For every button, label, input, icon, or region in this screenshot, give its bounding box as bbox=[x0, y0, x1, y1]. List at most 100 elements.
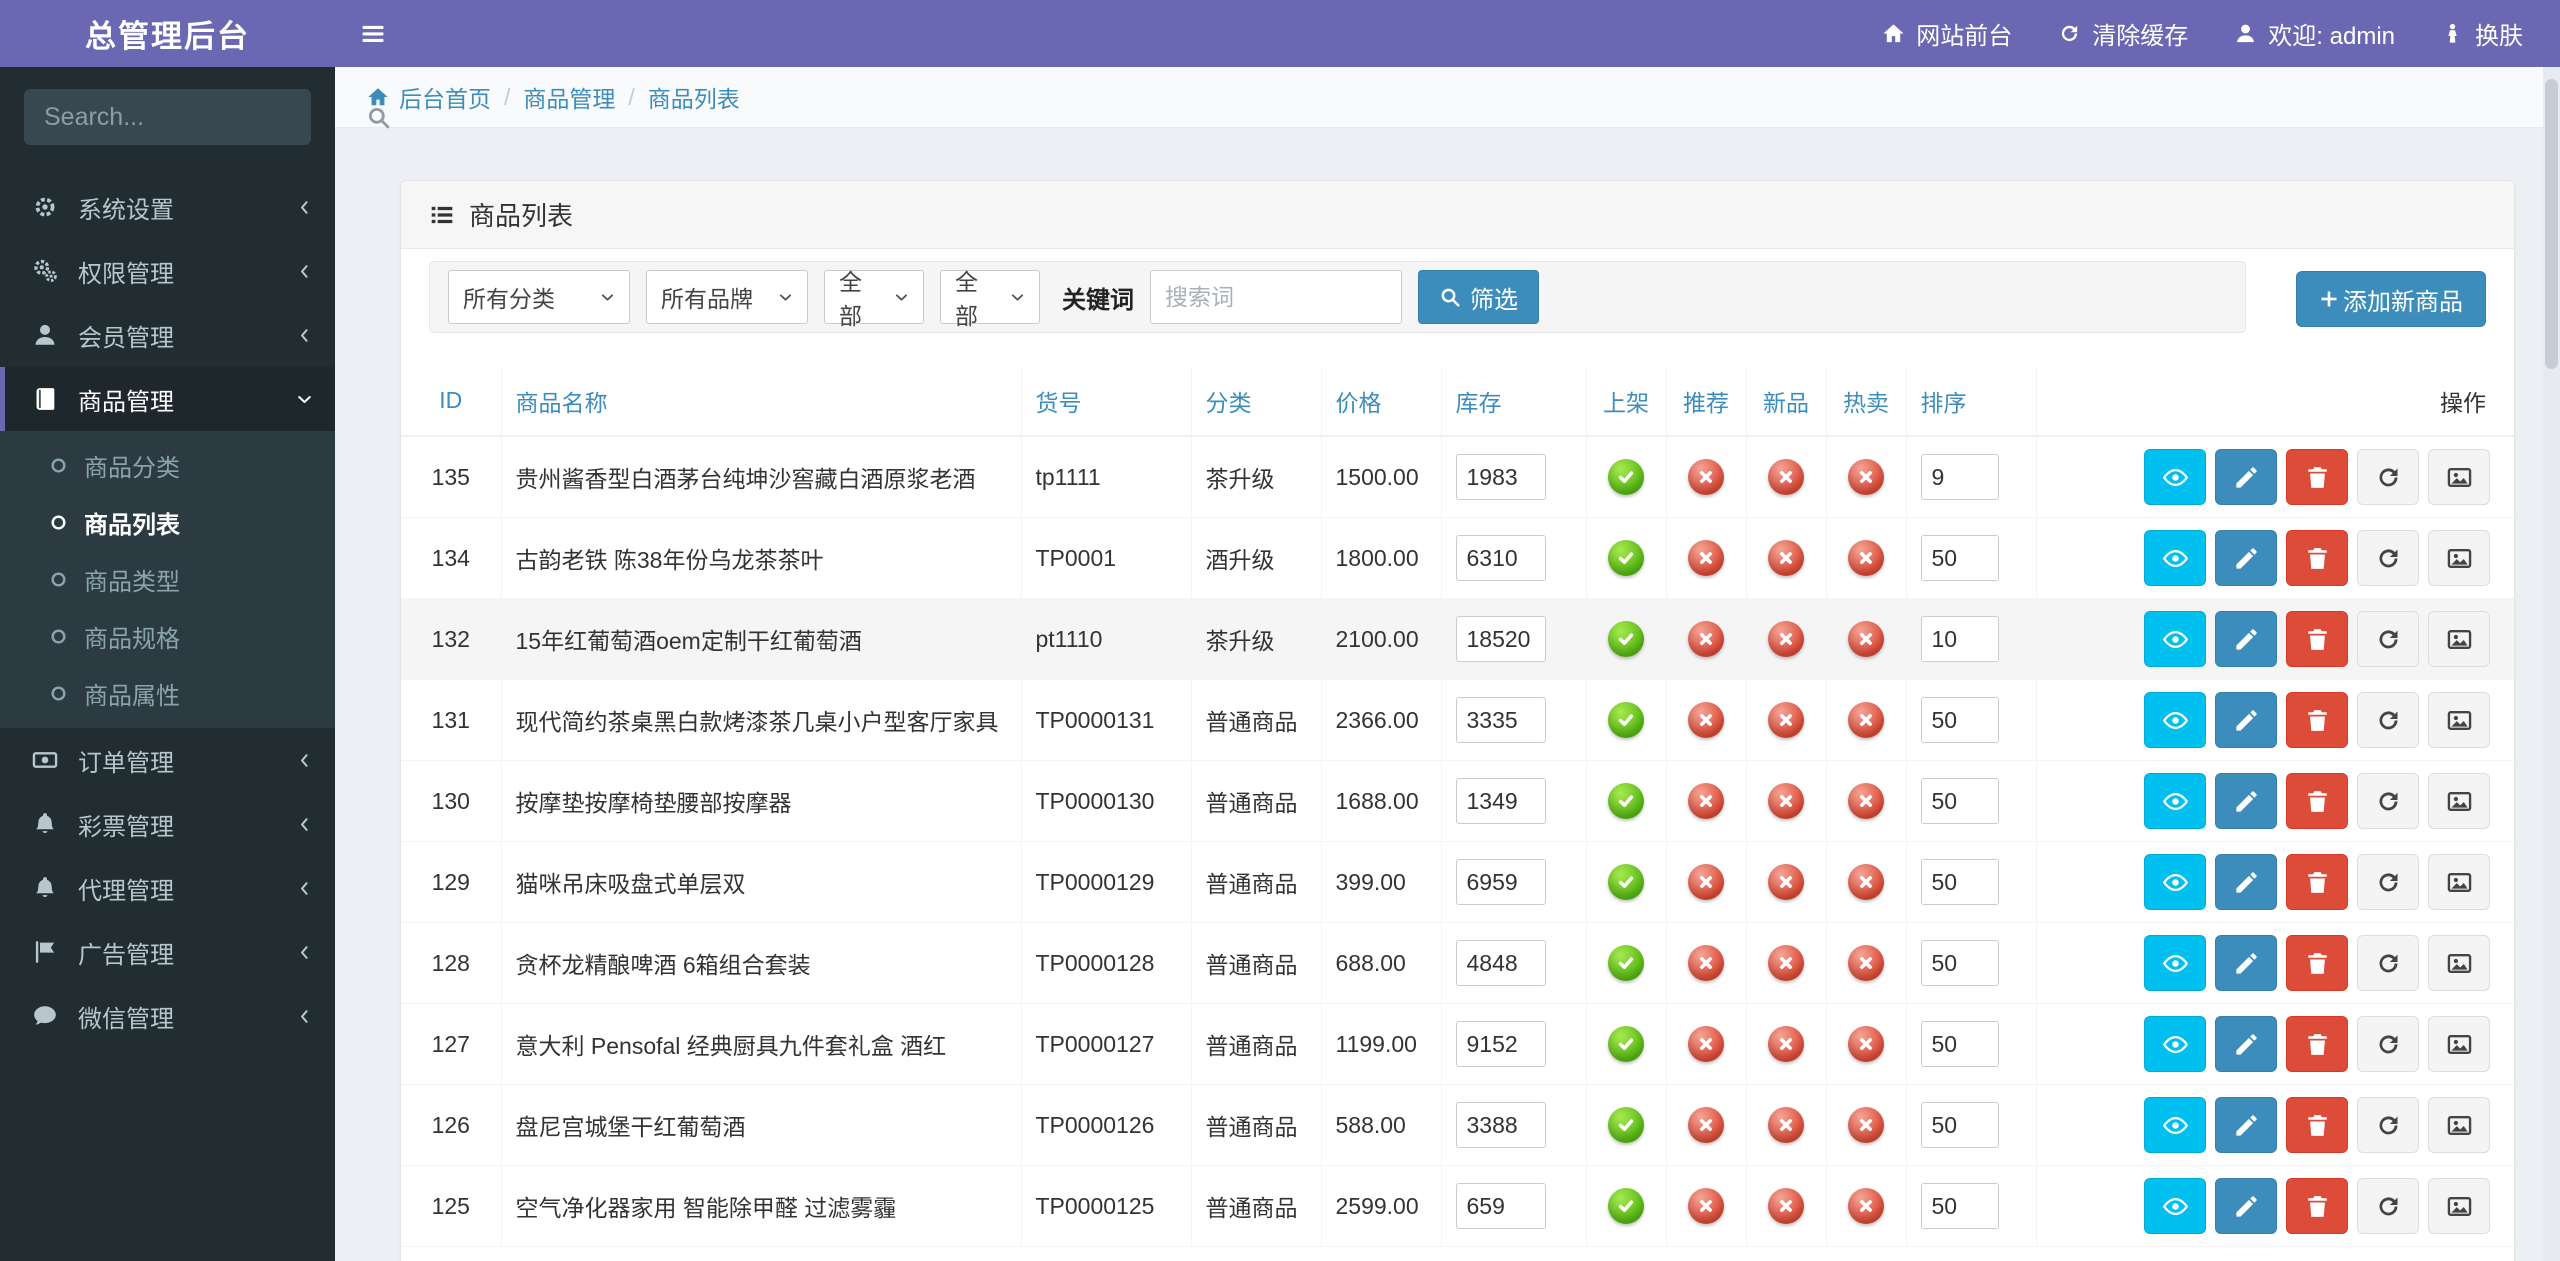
recommend-cross-icon[interactable] bbox=[1688, 621, 1724, 657]
sidebar-item[interactable]: 微信管理 bbox=[0, 984, 335, 1048]
hot-cross-icon[interactable] bbox=[1848, 1026, 1884, 1062]
edit-button[interactable] bbox=[2215, 1016, 2277, 1072]
new-cross-icon[interactable] bbox=[1768, 945, 1804, 981]
hot-cross-icon[interactable] bbox=[1848, 1107, 1884, 1143]
sidebar-item[interactable]: 商品管理 bbox=[0, 367, 335, 431]
sort-input[interactable] bbox=[1921, 940, 1999, 986]
on-sale-check-icon[interactable] bbox=[1608, 945, 1644, 981]
view-button[interactable] bbox=[2144, 449, 2206, 505]
edit-button[interactable] bbox=[2215, 449, 2277, 505]
refresh-button[interactable] bbox=[2357, 1097, 2419, 1153]
image-button[interactable] bbox=[2428, 1178, 2490, 1234]
refresh-button[interactable] bbox=[2357, 1178, 2419, 1234]
edit-button[interactable] bbox=[2215, 1178, 2277, 1234]
type-select[interactable]: 全部 bbox=[940, 270, 1040, 324]
view-button[interactable] bbox=[2144, 692, 2206, 748]
sidebar-item[interactable]: 彩票管理 bbox=[0, 792, 335, 856]
hot-cross-icon[interactable] bbox=[1848, 459, 1884, 495]
delete-button[interactable] bbox=[2286, 692, 2348, 748]
image-button[interactable] bbox=[2428, 935, 2490, 991]
recommend-cross-icon[interactable] bbox=[1688, 1107, 1724, 1143]
view-button[interactable] bbox=[2144, 935, 2206, 991]
edit-button[interactable] bbox=[2215, 692, 2277, 748]
image-button[interactable] bbox=[2428, 1097, 2490, 1153]
image-button[interactable] bbox=[2428, 692, 2490, 748]
sidebar-subitem[interactable]: 商品分类 bbox=[0, 437, 335, 494]
new-cross-icon[interactable] bbox=[1768, 702, 1804, 738]
hot-cross-icon[interactable] bbox=[1848, 783, 1884, 819]
stock-input[interactable] bbox=[1456, 616, 1546, 662]
scrollbar-track[interactable] bbox=[2543, 67, 2560, 1261]
recommend-cross-icon[interactable] bbox=[1688, 945, 1724, 981]
edit-button[interactable] bbox=[2215, 854, 2277, 910]
edit-button[interactable] bbox=[2215, 530, 2277, 586]
view-button[interactable] bbox=[2144, 1178, 2206, 1234]
on-sale-check-icon[interactable] bbox=[1608, 621, 1644, 657]
hot-cross-icon[interactable] bbox=[1848, 702, 1884, 738]
filter-button[interactable]: 筛选 bbox=[1418, 270, 1539, 324]
brand-select[interactable]: 所有品牌 bbox=[646, 270, 808, 324]
change-skin-link[interactable]: 换肤 bbox=[2418, 0, 2546, 67]
hot-cross-icon[interactable] bbox=[1848, 1188, 1884, 1224]
sort-input[interactable] bbox=[1921, 1021, 1999, 1067]
sidebar-item[interactable]: 订单管理 bbox=[0, 728, 335, 792]
refresh-button[interactable] bbox=[2357, 773, 2419, 829]
stock-input[interactable] bbox=[1456, 697, 1546, 743]
on-sale-check-icon[interactable] bbox=[1608, 1026, 1644, 1062]
app-logo[interactable]: 总管理后台 bbox=[0, 0, 335, 67]
on-sale-check-icon[interactable] bbox=[1608, 783, 1644, 819]
new-cross-icon[interactable] bbox=[1768, 1026, 1804, 1062]
sidebar-subitem[interactable]: 商品列表 bbox=[0, 494, 335, 551]
view-button[interactable] bbox=[2144, 1016, 2206, 1072]
image-button[interactable] bbox=[2428, 449, 2490, 505]
recommend-cross-icon[interactable] bbox=[1688, 783, 1724, 819]
on-sale-check-icon[interactable] bbox=[1608, 864, 1644, 900]
sidebar-toggle-button[interactable] bbox=[335, 0, 411, 67]
recommend-cross-icon[interactable] bbox=[1688, 1026, 1724, 1062]
new-cross-icon[interactable] bbox=[1768, 621, 1804, 657]
stock-input[interactable] bbox=[1456, 535, 1546, 581]
refresh-button[interactable] bbox=[2357, 854, 2419, 910]
view-button[interactable] bbox=[2144, 530, 2206, 586]
delete-button[interactable] bbox=[2286, 1178, 2348, 1234]
add-product-button[interactable]: 添加新商品 bbox=[2296, 271, 2486, 327]
sidebar-subitem[interactable]: 商品规格 bbox=[0, 608, 335, 665]
refresh-button[interactable] bbox=[2357, 449, 2419, 505]
sort-input[interactable] bbox=[1921, 1183, 1999, 1229]
stock-input[interactable] bbox=[1456, 940, 1546, 986]
hot-cross-icon[interactable] bbox=[1848, 540, 1884, 576]
edit-button[interactable] bbox=[2215, 773, 2277, 829]
on-sale-check-icon[interactable] bbox=[1608, 1188, 1644, 1224]
category-select[interactable]: 所有分类 bbox=[448, 270, 630, 324]
image-button[interactable] bbox=[2428, 611, 2490, 667]
sidebar-subitem[interactable]: 商品属性 bbox=[0, 665, 335, 722]
sort-input[interactable] bbox=[1921, 859, 1999, 905]
on-sale-check-icon[interactable] bbox=[1608, 459, 1644, 495]
stock-input[interactable] bbox=[1456, 1183, 1546, 1229]
delete-button[interactable] bbox=[2286, 854, 2348, 910]
sort-input[interactable] bbox=[1921, 778, 1999, 824]
edit-button[interactable] bbox=[2215, 1097, 2277, 1153]
welcome-user-link[interactable]: 欢迎: admin bbox=[2211, 0, 2418, 67]
keyword-input[interactable] bbox=[1150, 270, 1402, 324]
image-button[interactable] bbox=[2428, 773, 2490, 829]
stock-input[interactable] bbox=[1456, 859, 1546, 905]
stock-input[interactable] bbox=[1456, 454, 1546, 500]
recommend-cross-icon[interactable] bbox=[1688, 540, 1724, 576]
delete-button[interactable] bbox=[2286, 1097, 2348, 1153]
sort-input[interactable] bbox=[1921, 1102, 1999, 1148]
search-input[interactable] bbox=[44, 103, 366, 132]
refresh-button[interactable] bbox=[2357, 530, 2419, 586]
new-cross-icon[interactable] bbox=[1768, 459, 1804, 495]
image-button[interactable] bbox=[2428, 854, 2490, 910]
delete-button[interactable] bbox=[2286, 611, 2348, 667]
image-button[interactable] bbox=[2428, 1016, 2490, 1072]
edit-button[interactable] bbox=[2215, 935, 2277, 991]
hot-cross-icon[interactable] bbox=[1848, 864, 1884, 900]
sidebar-item[interactable]: 权限管理 bbox=[0, 239, 335, 303]
site-front-link[interactable]: 网站前台 bbox=[1859, 0, 2035, 67]
sidebar-item[interactable]: 系统设置 bbox=[0, 175, 335, 239]
new-cross-icon[interactable] bbox=[1768, 1188, 1804, 1224]
delete-button[interactable] bbox=[2286, 530, 2348, 586]
sidebar-subitem[interactable]: 商品类型 bbox=[0, 551, 335, 608]
